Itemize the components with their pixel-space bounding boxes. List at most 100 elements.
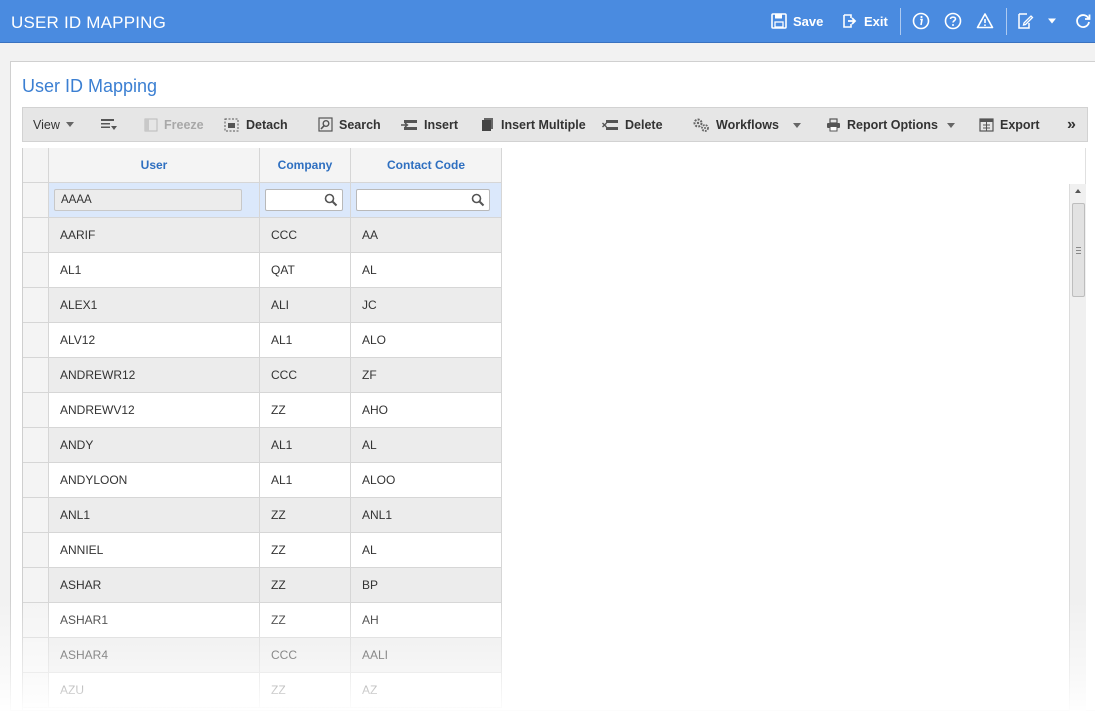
scrollbar-thumb[interactable]	[1072, 203, 1085, 297]
table-row[interactable]: AARIF CCC AA	[23, 218, 502, 253]
warning-icon[interactable]	[975, 11, 995, 31]
insert-button[interactable]: Insert	[401, 108, 458, 141]
contact-code-cell[interactable]: ALO	[351, 323, 502, 357]
chevron-down-icon[interactable]	[1042, 11, 1062, 31]
user-cell[interactable]: AARIF	[49, 218, 260, 252]
table-row[interactable]: AL1 QAT AL	[23, 253, 502, 288]
user-cell[interactable]: ALEX1	[49, 288, 260, 322]
table-row[interactable]: ANDYLOON AL1 ALOO	[23, 463, 502, 498]
vertical-scrollbar[interactable]	[1069, 184, 1086, 711]
report-options-dropdown-icon[interactable]	[947, 123, 955, 128]
company-cell[interactable]: ALI	[260, 288, 351, 322]
workflows-dropdown-icon[interactable]	[793, 123, 801, 128]
table-row[interactable]: ASHAR4 CCC AALI	[23, 638, 502, 673]
row-selector[interactable]	[23, 323, 49, 357]
company-cell[interactable]: CCC	[260, 218, 351, 252]
exit-button[interactable]: Exit	[842, 0, 888, 42]
row-selector[interactable]	[23, 393, 49, 427]
contact-code-filter-input[interactable]	[356, 189, 490, 211]
column-header-user[interactable]: User	[49, 148, 260, 182]
report-options-button[interactable]: Report Options	[826, 108, 938, 141]
company-cell[interactable]: ZZ	[260, 393, 351, 427]
contact-code-cell[interactable]: ANL1	[351, 498, 502, 532]
help-icon[interactable]	[943, 11, 963, 31]
user-cell[interactable]: AZU	[49, 673, 260, 707]
company-cell[interactable]: AL1	[260, 463, 351, 497]
company-cell[interactable]: ZZ	[260, 603, 351, 637]
save-button[interactable]: Save	[771, 0, 823, 42]
user-cell[interactable]: ANDY	[49, 428, 260, 462]
column-header-company[interactable]: Company	[260, 148, 351, 182]
refresh-icon[interactable]	[1073, 11, 1093, 31]
info-icon[interactable]	[911, 11, 931, 31]
row-selector[interactable]	[23, 568, 49, 602]
contact-code-cell[interactable]: AZ	[351, 673, 502, 707]
table-row[interactable]: ALEX1 ALI JC	[23, 288, 502, 323]
table-row[interactable]: ANNIEL ZZ AL	[23, 533, 502, 568]
table-row[interactable]: ANL1 ZZ ANL1	[23, 498, 502, 533]
column-header-contact-code[interactable]: Contact Code	[351, 148, 502, 182]
user-cell[interactable]: ANDREWV12	[49, 393, 260, 427]
company-cell[interactable]: CCC	[260, 358, 351, 392]
contact-code-cell[interactable]: AALI	[351, 638, 502, 672]
user-cell[interactable]: ANDREWR12	[49, 358, 260, 392]
row-selector[interactable]	[23, 498, 49, 532]
table-row[interactable]: ANDY AL1 AL	[23, 428, 502, 463]
user-cell[interactable]: ANDYLOON	[49, 463, 260, 497]
edit-icon[interactable]	[1015, 11, 1035, 31]
row-selector[interactable]	[23, 358, 49, 392]
row-selector[interactable]	[23, 603, 49, 637]
column-settings-button[interactable]	[100, 108, 124, 141]
company-cell[interactable]: ZZ	[260, 498, 351, 532]
company-cell[interactable]: AL1	[260, 428, 351, 462]
company-cell[interactable]: ZZ	[260, 533, 351, 567]
contact-code-cell[interactable]: AHO	[351, 393, 502, 427]
table-row[interactable]: ANDREWR12 CCC ZF	[23, 358, 502, 393]
row-selector[interactable]	[23, 638, 49, 672]
more-tools-button[interactable]: »	[1067, 108, 1076, 141]
freeze-button[interactable]: Freeze	[144, 108, 204, 141]
contact-code-cell[interactable]: ALOO	[351, 463, 502, 497]
user-cell[interactable]: ALV12	[49, 323, 260, 357]
row-selector[interactable]	[23, 428, 49, 462]
contact-code-cell[interactable]: AH	[351, 603, 502, 637]
workflows-button[interactable]: Workflows	[692, 108, 779, 141]
user-cell[interactable]: ASHAR	[49, 568, 260, 602]
row-selector[interactable]	[23, 288, 49, 322]
scroll-up-arrow-icon[interactable]	[1075, 189, 1081, 193]
row-selector[interactable]	[23, 463, 49, 497]
company-filter-input[interactable]	[265, 189, 343, 211]
row-selector[interactable]	[23, 533, 49, 567]
search-icon[interactable]	[471, 193, 485, 207]
user-cell[interactable]: ASHAR1	[49, 603, 260, 637]
table-row[interactable]: ASHAR1 ZZ AH	[23, 603, 502, 638]
user-cell[interactable]: ANL1	[49, 498, 260, 532]
delete-button[interactable]: Delete	[602, 108, 663, 141]
contact-code-cell[interactable]: AL	[351, 533, 502, 567]
table-row[interactable]: ANDREWV12 ZZ AHO	[23, 393, 502, 428]
company-cell[interactable]: AL1	[260, 323, 351, 357]
view-menu[interactable]: View	[33, 108, 74, 141]
user-filter-input[interactable]: AAAA	[54, 189, 242, 211]
company-cell[interactable]: ZZ	[260, 673, 351, 707]
row-selector[interactable]	[23, 253, 49, 287]
contact-code-cell[interactable]: ZF	[351, 358, 502, 392]
search-icon[interactable]	[324, 193, 338, 207]
table-row[interactable]: AZU ZZ AZ	[23, 673, 502, 708]
company-cell[interactable]: CCC	[260, 638, 351, 672]
company-cell[interactable]: QAT	[260, 253, 351, 287]
company-cell[interactable]: ZZ	[260, 568, 351, 602]
contact-code-cell[interactable]: BP	[351, 568, 502, 602]
export-button[interactable]: Export	[979, 108, 1040, 141]
table-row[interactable]: ASHAR ZZ BP	[23, 568, 502, 603]
insert-multiple-button[interactable]: Insert Multiple	[481, 108, 586, 141]
table-row[interactable]: ALV12 AL1 ALO	[23, 323, 502, 358]
row-selector[interactable]	[23, 673, 49, 707]
user-cell[interactable]: ANNIEL	[49, 533, 260, 567]
contact-code-cell[interactable]: AL	[351, 428, 502, 462]
user-cell[interactable]: ASHAR4	[49, 638, 260, 672]
contact-code-cell[interactable]: AA	[351, 218, 502, 252]
user-cell[interactable]: AL1	[49, 253, 260, 287]
search-button[interactable]: Search	[318, 108, 381, 141]
contact-code-cell[interactable]: AL	[351, 253, 502, 287]
